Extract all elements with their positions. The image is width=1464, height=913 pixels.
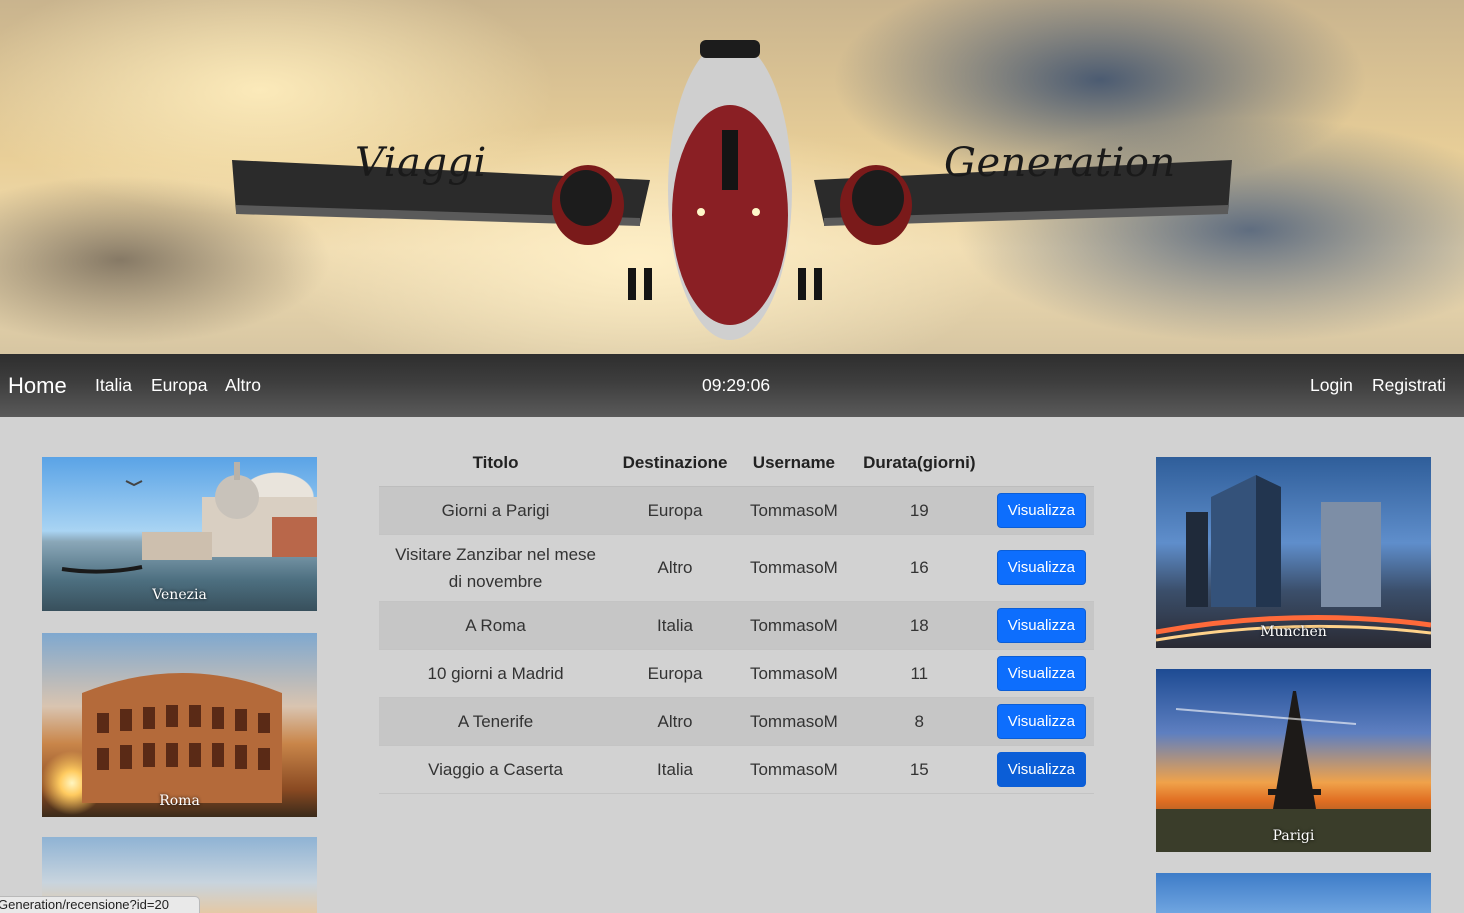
header-titolo: Titolo — [379, 440, 613, 487]
nav-register-link[interactable]: Registrati — [1372, 375, 1446, 396]
card-caption: Roma — [159, 793, 200, 809]
parigi-image — [1156, 691, 1431, 852]
cell-durata: 15 — [849, 745, 989, 794]
cell-durata: 11 — [849, 649, 989, 698]
nav-link-italia[interactable]: Italia — [95, 375, 132, 396]
card-caption: Parigi — [1272, 828, 1315, 844]
cell-titolo: Viaggio a Caserta — [379, 745, 613, 794]
header-destinazione: Destinazione — [612, 440, 738, 487]
visualizza-button[interactable]: Visualizza — [996, 751, 1086, 787]
link-status-bar: Generation/recensione?id=20 — [0, 896, 200, 913]
card-caption: Venezia — [152, 587, 207, 603]
table-row: Visitare Zanzibar nel mese di novembre Al… — [379, 534, 1094, 602]
destination-card-roma[interactable]: Roma — [42, 633, 317, 817]
cell-action: Visualizza — [988, 697, 1094, 746]
table-row: Giorni a Parigi Europa TommasoM 19 Visualizz… — [379, 486, 1094, 535]
card-caption: Munchen — [1260, 624, 1327, 640]
cell-username: TommasoM — [737, 697, 850, 746]
cell-username: TommasoM — [737, 745, 850, 794]
hero-title-left: Viaggi — [355, 140, 487, 186]
cell-destinazione: Altro — [612, 697, 738, 746]
table-row: 10 giorni a Madrid Europa TommasoM 11 Visual… — [379, 649, 1094, 698]
table-header-row: Titolo Destinazione Username Durata(gior… — [379, 440, 1094, 487]
visualizza-button[interactable]: Visualizza — [996, 492, 1086, 528]
cell-action: Visualizza — [988, 601, 1094, 650]
cell-destinazione: Europa — [612, 649, 738, 698]
cell-action: Visualizza — [988, 649, 1094, 698]
visualizza-button[interactable]: Visualizza — [996, 655, 1086, 691]
airplane-illustration — [232, 40, 1232, 340]
nav-link-europa[interactable]: Europa — [151, 375, 207, 396]
cell-durata: 16 — [849, 534, 989, 602]
header-durata: Durata(giorni) — [849, 440, 989, 487]
cell-durata: 19 — [849, 486, 989, 535]
cell-titolo: 10 giorni a Madrid — [379, 649, 613, 698]
reviews-table: Titolo Destinazione Username Durata(gior… — [379, 440, 1094, 794]
destination-card-parigi[interactable]: Parigi — [1156, 669, 1431, 852]
cell-durata: 18 — [849, 601, 989, 650]
destination-card-venezia[interactable]: Venezia — [42, 457, 317, 611]
cell-username: TommasoM — [737, 486, 850, 535]
header-username: Username — [737, 440, 850, 487]
cell-action: Visualizza — [988, 534, 1094, 602]
visualizza-button[interactable]: Visualizza — [996, 607, 1086, 643]
table-row: A Tenerife Altro TommasoM 8 Visualizza — [379, 697, 1094, 746]
cell-destinazione: Italia — [612, 601, 738, 650]
munchen-image — [1156, 475, 1431, 642]
clock: 09:29:06 — [702, 375, 771, 395]
cell-destinazione: Italia — [612, 745, 738, 794]
cell-action: Visualizza — [988, 486, 1094, 535]
nav-link-altro[interactable]: Altro — [225, 375, 261, 396]
cell-username: TommasoM — [737, 649, 850, 698]
destination-card-munchen[interactable]: Munchen — [1156, 457, 1431, 648]
cell-username: TommasoM — [737, 601, 850, 650]
cell-destinazione: Altro — [612, 534, 738, 602]
visualizza-button[interactable]: Visualizza — [996, 550, 1086, 585]
top-navbar: Home Italia Europa Altro 09:29:06 Login … — [0, 354, 1464, 417]
cell-destinazione: Europa — [612, 486, 738, 535]
destination-card-partial-right[interactable] — [1156, 873, 1431, 913]
hero-title-right: Generation — [944, 140, 1176, 186]
cell-durata: 8 — [849, 697, 989, 746]
cell-titolo: A Roma — [379, 601, 613, 650]
table-row: A Roma Italia TommasoM 18 Visualizza — [379, 601, 1094, 650]
roma-image — [82, 673, 282, 803]
table-row: Viaggio a Caserta Italia TommasoM 15 Visuali… — [379, 745, 1094, 794]
header-action — [988, 440, 1094, 487]
cell-username: TommasoM — [737, 534, 850, 602]
hero-banner: Viaggi Generation — [0, 0, 1464, 354]
reviews-table-container: Titolo Destinazione Username Durata(gior… — [379, 440, 1094, 794]
nav-home-link[interactable]: Home — [8, 373, 67, 399]
visualizza-button[interactable]: Visualizza — [996, 703, 1086, 739]
cell-action: Visualizza — [988, 745, 1094, 794]
cell-titolo: Visitare Zanzibar nel mese di novembre — [379, 534, 613, 602]
nav-login-link[interactable]: Login — [1310, 375, 1353, 396]
cell-titolo: A Tenerife — [379, 697, 613, 746]
cell-titolo: Giorni a Parigi — [379, 486, 613, 535]
